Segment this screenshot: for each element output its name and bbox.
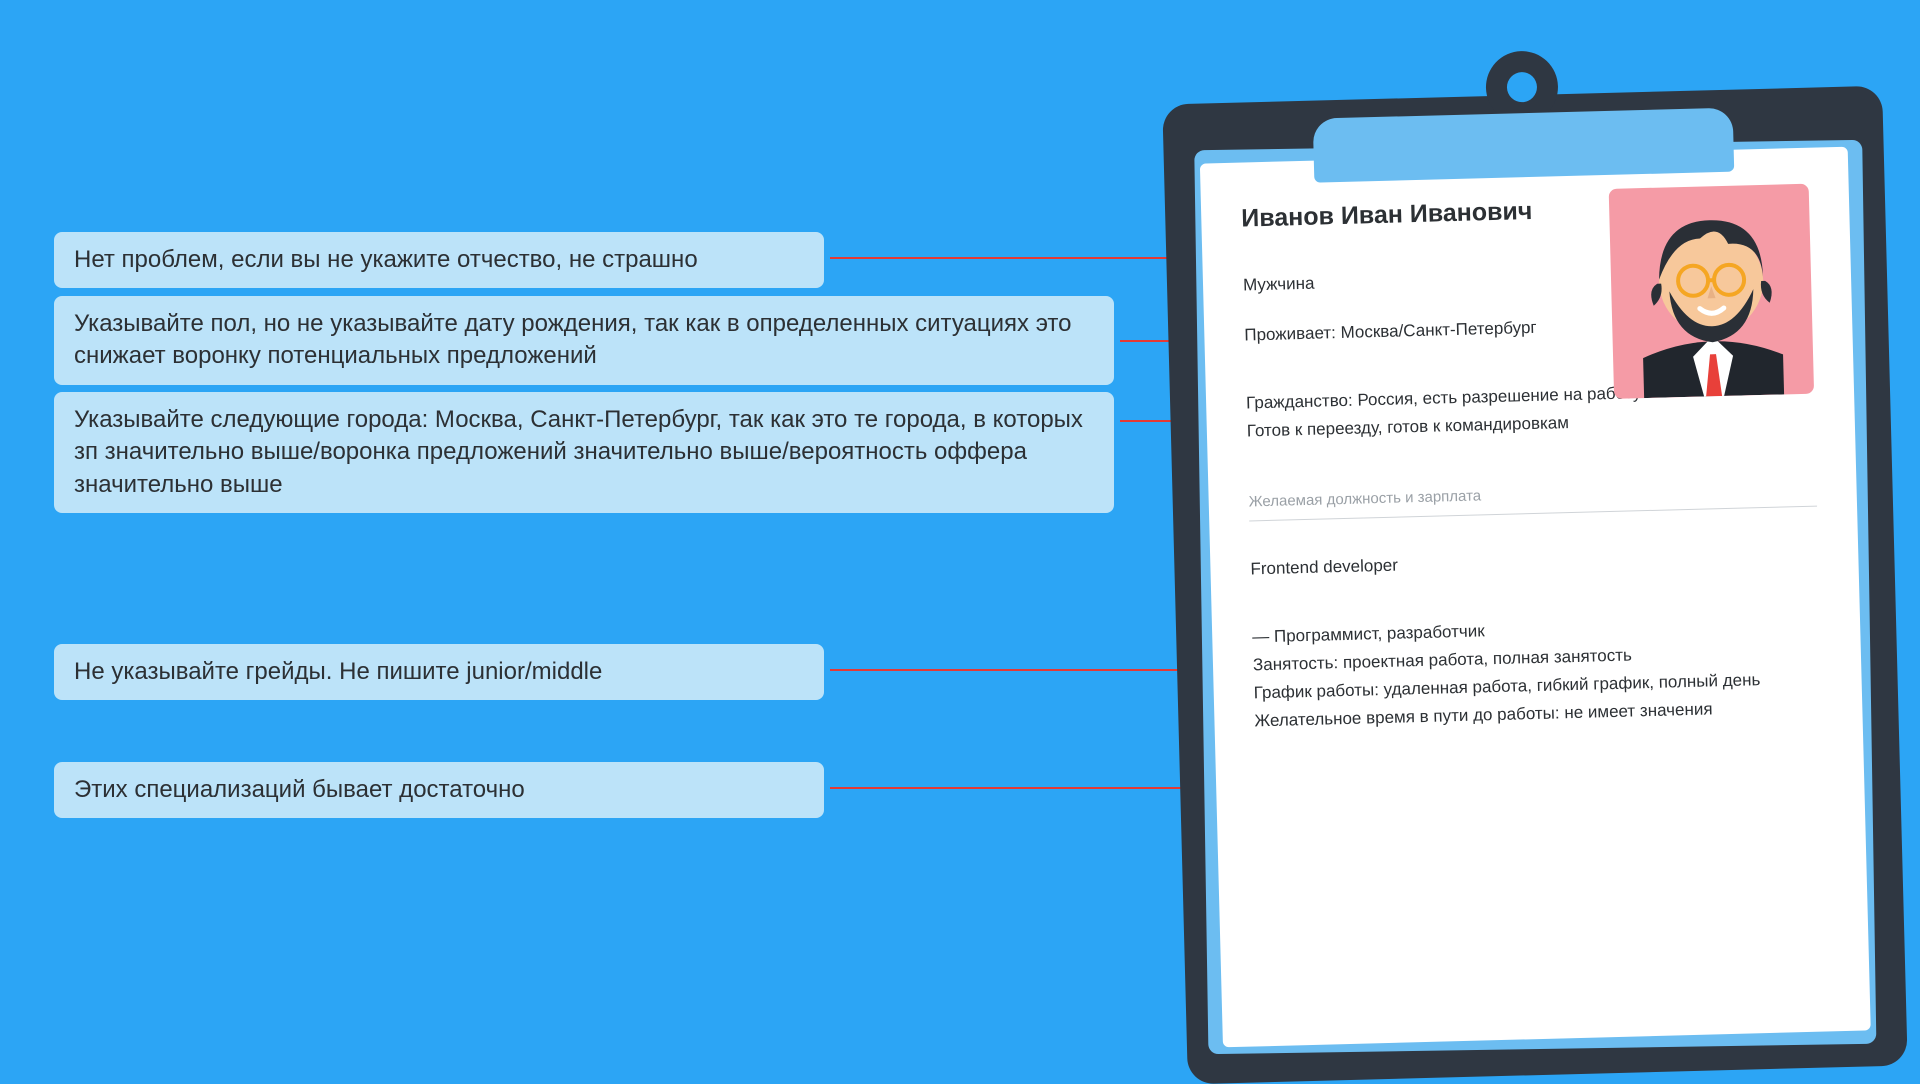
callout-spec: Этих специализаций бывает достаточно <box>54 762 824 818</box>
arrow-icon <box>830 787 1210 789</box>
clipboard: Иванов Иван Иванович Мужчина Проживает: … <box>1162 86 1907 1084</box>
callout-city: Указывайте следующие города: Москва, Сан… <box>54 392 1114 513</box>
section-title: Желаемая должность и зарплата <box>1249 479 1818 522</box>
avatar <box>1609 184 1814 399</box>
resume-relocation: Готов к переезду, готов к командировкам <box>1247 407 1815 442</box>
callout-gender: Указывайте пол, но не указывайте дату ро… <box>54 296 1114 385</box>
callout-grade: Не указывайте грейды. Не пишите junior/m… <box>54 644 824 700</box>
resume-position: Frontend developer <box>1250 545 1818 580</box>
arrow-icon <box>830 669 1210 671</box>
arrow-icon <box>830 257 1210 259</box>
callout-name: Нет проблем, если вы не укажите отчество… <box>54 232 824 288</box>
resume-paper: Иванов Иван Иванович Мужчина Проживает: … <box>1200 147 1871 1048</box>
resume-commute: Желательное время в пути до работы: не и… <box>1254 697 1822 732</box>
clipboard-clip <box>1313 108 1735 183</box>
